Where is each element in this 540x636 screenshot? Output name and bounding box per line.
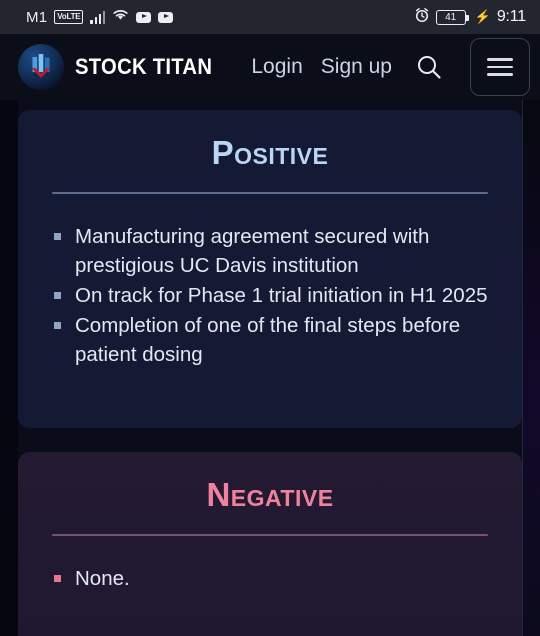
negative-points-list: None. [52, 564, 488, 593]
signal-bars-icon [90, 10, 106, 24]
stock-titan-logo-icon [18, 44, 64, 90]
positive-card: Positive Manufacturing agreement secured… [18, 110, 522, 428]
page-scrollbar[interactable] [521, 100, 523, 636]
status-bar: M1 VoLTE 41 ⚡ 9:11 [0, 0, 540, 34]
alarm-clock-icon [414, 7, 430, 28]
youtube-icon [136, 11, 152, 23]
login-link[interactable]: Login [251, 55, 302, 79]
search-icon[interactable] [410, 52, 448, 82]
battery-level-label: 41 [445, 11, 457, 23]
status-bar-left: M1 VoLTE [26, 8, 174, 26]
wifi-icon [112, 8, 129, 26]
positive-points-list: Manufacturing agreement secured with pre… [52, 222, 488, 369]
negative-card-divider [52, 534, 488, 536]
site-header: STOCK TITAN Login Sign up [0, 34, 540, 100]
negative-card-title: Negative [206, 476, 334, 513]
header-nav: Login Sign up [251, 38, 530, 96]
carrier-label: M1 [26, 8, 48, 26]
battery-icon: 41 [435, 9, 469, 25]
positive-card-divider [52, 192, 488, 194]
list-item: On track for Phase 1 trial initiation in… [52, 281, 488, 310]
list-item: Completion of one of the final steps bef… [52, 311, 488, 369]
hamburger-menu-icon[interactable] [470, 38, 530, 96]
article-sentiment-section: Positive Manufacturing agreement secured… [0, 100, 540, 636]
brand-label: STOCK TITAN [75, 54, 213, 79]
signup-link[interactable]: Sign up [321, 55, 392, 79]
status-bar-right: 41 ⚡ 9:11 [414, 7, 526, 28]
list-item: None. [52, 564, 488, 593]
volte-badge: VoLTE [54, 10, 84, 24]
youtube-icon [158, 11, 174, 23]
list-item: Manufacturing agreement secured with pre… [52, 222, 488, 280]
clock-label: 9:11 [496, 8, 526, 25]
brand-home-link[interactable]: STOCK TITAN [18, 44, 224, 90]
negative-card: Negative None. [18, 452, 522, 636]
charging-bolt-icon: ⚡ [474, 9, 491, 24]
positive-card-title: Positive [211, 134, 329, 171]
phone-screen: M1 VoLTE 41 ⚡ 9:11 STOCK TITAN Login Sig… [0, 0, 540, 636]
